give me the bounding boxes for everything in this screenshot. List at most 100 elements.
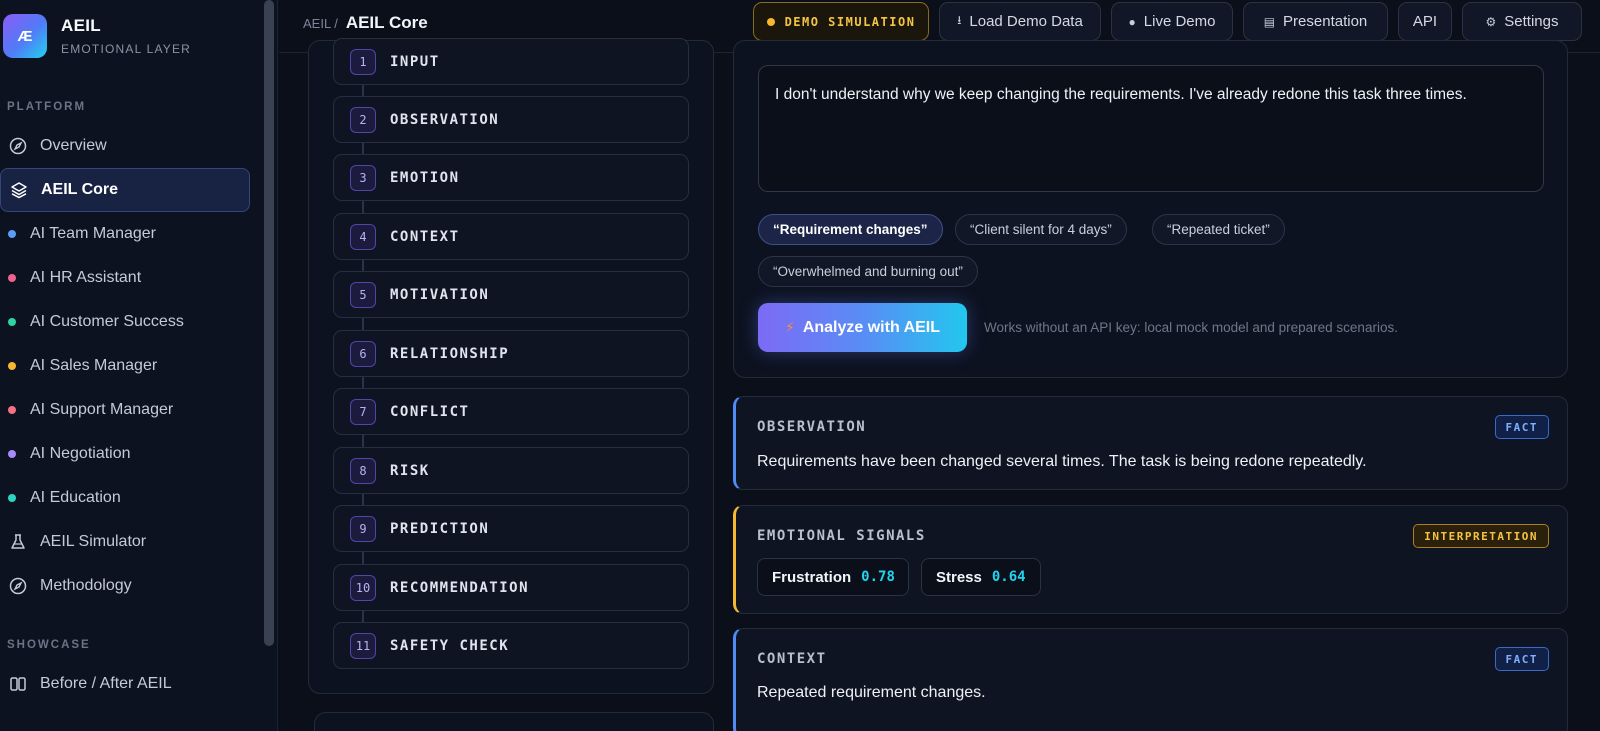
sidebar-item-ai-hr-assistant[interactable]: AI HR Assistant (0, 256, 250, 300)
platform-section-label: PLATFORM (7, 101, 87, 113)
sidebar-item-ai-customer-success[interactable]: AI Customer Success (0, 300, 250, 344)
sidebar-item-label: AEIL Core (41, 181, 119, 198)
brand-logo: Æ (3, 14, 47, 58)
scenario-chip-client-silent[interactable]: “Client silent for 4 days” (955, 214, 1127, 245)
status-dot (8, 230, 16, 238)
analyze-hint: Works without an API key: local mock mod… (984, 320, 1398, 335)
sidebar-item-label: AI Sales Manager (30, 357, 158, 374)
scenario-chip-overwhelmed[interactable]: “Overwhelmed and burning out” (758, 256, 978, 287)
pipeline-step-emotion[interactable]: 3 EMOTION (333, 154, 689, 201)
status-dot (8, 274, 16, 282)
sidebar-item-label: AI HR Assistant (30, 269, 142, 286)
sidebar-item-ai-support-manager[interactable]: AI Support Manager (0, 388, 250, 432)
demo-simulation-label: DEMO SIMULATION (784, 14, 916, 29)
step-number: 8 (350, 457, 376, 484)
step-number: 4 (350, 223, 376, 250)
pipeline-step-safety-check[interactable]: 11 SAFETY CHECK (333, 622, 689, 669)
sidebar-scrollbar[interactable] (264, 0, 274, 646)
status-dot (8, 362, 16, 370)
flask-icon (8, 532, 28, 552)
pipeline-step-recommendation[interactable]: 10 RECOMMENDATION (333, 564, 689, 611)
sidebar-item-before-after[interactable]: Before / After AEIL (0, 662, 250, 706)
settings-button[interactable]: ⚙ Settings (1462, 2, 1582, 41)
signal-frustration: Frustration 0.78 (757, 558, 909, 596)
status-dot (8, 318, 16, 326)
sidebar-item-ai-education[interactable]: AI Education (0, 476, 250, 520)
status-dot (766, 17, 775, 26)
pipeline-step-risk[interactable]: 8 RISK (333, 447, 689, 494)
step-label: RISK (390, 462, 430, 479)
step-label: SAFETY CHECK (390, 637, 510, 654)
step-number: 10 (350, 574, 376, 601)
load-demo-data-button[interactable]: ⭳ Load Demo Data (939, 2, 1101, 41)
step-label: CONFLICT (390, 403, 470, 420)
brand-name: AEIL (61, 16, 101, 35)
signal-value: 0.78 (861, 569, 895, 585)
step-label: OBSERVATION (390, 111, 500, 128)
sidebar-item-methodology[interactable]: Methodology (0, 564, 250, 608)
status-dot (8, 450, 16, 458)
live-dot-icon: ● (1128, 14, 1136, 29)
sidebar-item-overview[interactable]: Overview (0, 124, 250, 168)
pipeline-step-motivation[interactable]: 5 MOTIVATION (333, 271, 689, 318)
breadcrumb-parent[interactable]: AEIL (303, 16, 331, 31)
emotional-signals-card: EMOTIONAL SIGNALS INTERPRETATION Frustra… (733, 505, 1568, 614)
step-label: CONTEXT (390, 228, 460, 245)
signal-name: Stress (936, 568, 982, 586)
step-label: RELATIONSHIP (390, 345, 510, 362)
compass-icon (8, 576, 28, 596)
analyze-button[interactable]: ⚡ Analyze with AEIL (758, 303, 967, 352)
sidebar-item-label: Before / After AEIL (40, 675, 172, 692)
pipeline-step-conflict[interactable]: 7 CONFLICT (333, 388, 689, 435)
breadcrumb: AEIL / AEIL Core (303, 13, 428, 33)
message-input[interactable]: I don't understand why we keep changing … (758, 65, 1544, 192)
api-button[interactable]: API (1398, 2, 1452, 41)
breadcrumb-separator: / (334, 16, 338, 31)
pipeline-step-relationship[interactable]: 6 RELATIONSHIP (333, 330, 689, 377)
card-title: EMOTIONAL SIGNALS (757, 528, 926, 544)
demo-simulation-badge[interactable]: DEMO SIMULATION (753, 2, 929, 41)
presentation-button[interactable]: ▤ Presentation (1243, 2, 1388, 41)
api-label: API (1412, 13, 1438, 30)
live-demo-label: Live Demo (1143, 13, 1216, 30)
signal-name: Frustration (772, 568, 852, 586)
layers-icon (9, 180, 29, 200)
showcase-section-label: SHOWCASE (7, 639, 91, 651)
page-title: AEIL Core (345, 13, 428, 32)
card-title: OBSERVATION (757, 419, 867, 435)
sidebar-item-ai-negotiation[interactable]: AI Negotiation (0, 432, 250, 476)
step-label: RECOMMENDATION (390, 579, 530, 596)
step-number: 1 (350, 48, 376, 75)
compass-icon (8, 136, 28, 156)
brand[interactable]: Æ AEIL EMOTIONAL LAYER (3, 14, 191, 58)
brand-subtitle: EMOTIONAL LAYER (61, 42, 192, 56)
scenario-chip-repeated-ticket[interactable]: “Repeated ticket” (1152, 214, 1285, 245)
presentation-icon: ▤ (1263, 14, 1276, 29)
pipeline-step-observation[interactable]: 2 OBSERVATION (333, 96, 689, 143)
presentation-label: Presentation (1283, 13, 1368, 30)
signal-stress: Stress 0.64 (921, 558, 1041, 596)
sidebar-item-aeil-core[interactable]: AEIL Core (0, 168, 250, 212)
step-label: INPUT (390, 53, 440, 70)
card-text: Requirements have been changed several t… (757, 453, 1367, 470)
sidebar-item-label: Overview (40, 137, 107, 154)
step-number: 7 (350, 398, 376, 425)
sidebar-item-aeil-simulator[interactable]: AEIL Simulator (0, 520, 250, 564)
status-dot (8, 494, 16, 502)
pipeline-step-input[interactable]: 1 INPUT (333, 38, 689, 85)
scenario-chip-requirement-changes[interactable]: “Requirement changes” (758, 214, 943, 245)
pipeline-step-context[interactable]: 4 CONTEXT (333, 213, 689, 260)
settings-label: Settings (1504, 13, 1559, 30)
step-number: 11 (350, 632, 376, 659)
sidebar-item-ai-team-manager[interactable]: AI Team Manager (0, 212, 250, 256)
sidebar-item-ai-sales-manager[interactable]: AI Sales Manager (0, 344, 250, 388)
sidebar-item-label: AI Negotiation (30, 445, 131, 462)
card-title: CONTEXT (757, 651, 827, 667)
pipeline-step-prediction[interactable]: 9 PREDICTION (333, 505, 689, 552)
sidebar-item-label: AI Team Manager (30, 225, 156, 242)
download-icon: ⭳ (957, 13, 962, 27)
split-columns-icon (8, 674, 28, 694)
step-number: 3 (350, 164, 376, 191)
fact-badge: FACT (1494, 415, 1549, 439)
live-demo-button[interactable]: ● Live Demo (1111, 2, 1233, 41)
